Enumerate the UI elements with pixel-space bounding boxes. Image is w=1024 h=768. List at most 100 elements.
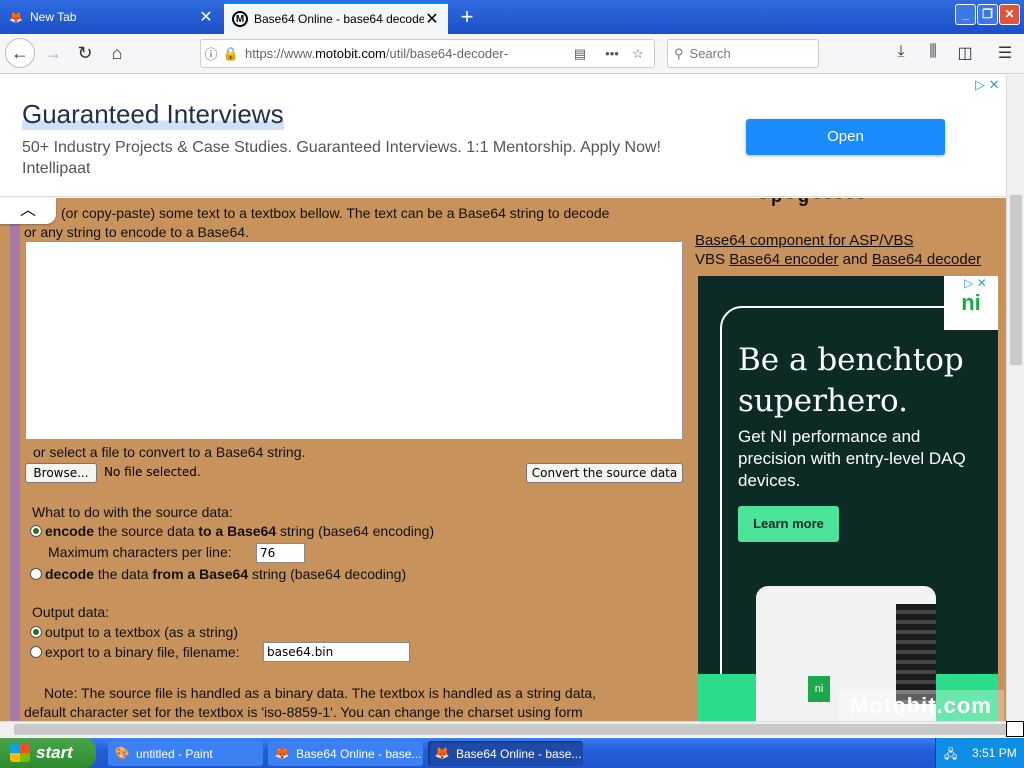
- ad-subtitle: 50+ Industry Projects & Case Studies. Gu…: [22, 137, 702, 179]
- horizontal-scrollbar[interactable]: [0, 721, 1008, 737]
- browse-button[interactable]: Browse...: [25, 463, 97, 483]
- tab-new-tab[interactable]: 🦊 New Tab ✕: [0, 2, 222, 32]
- decode-radio[interactable]: [30, 568, 42, 580]
- convert-button[interactable]: Convert the source data: [526, 463, 683, 483]
- taskbar-item-paint[interactable]: 🎨 untitled - Paint: [108, 741, 263, 766]
- scroll-thumb[interactable]: [1010, 195, 1022, 365]
- taskbar: start 🎨 untitled - Paint 🦊 Base64 Online -…: [0, 738, 1024, 768]
- tab-title: Base64 Online - base64 decode an: [254, 12, 424, 26]
- intro-lead: (or copy-paste) some text to a textbox b…: [61, 205, 610, 221]
- ad-open-button[interactable]: Open: [746, 119, 945, 155]
- menu-icon[interactable]: ☰: [994, 43, 1016, 65]
- max-chars-label: Maximum characters per line:: [48, 544, 232, 560]
- collapse-ad-button[interactable]: ︿: [0, 198, 56, 224]
- what-to-do-label: What to do with the source data:: [32, 504, 233, 520]
- ni-ad[interactable]: ni ▷ ✕ Be a benchtop superhero. Get NI p…: [698, 276, 998, 721]
- vertical-scrollbar[interactable]: [1006, 75, 1024, 721]
- max-chars-input[interactable]: 76: [256, 543, 305, 563]
- search-placeholder: Search: [689, 46, 731, 61]
- ni-ad-headline: Be a benchtop superhero.: [738, 340, 964, 422]
- file-status: No file selected.: [104, 465, 201, 479]
- output-textbox-label[interactable]: output to a textbox (as a string): [45, 624, 238, 640]
- browser-tab-bar: 🦊 New Tab ✕ M Base64 Online - base64 dec…: [0, 0, 1024, 34]
- browser-icon: 🦊: [274, 745, 290, 760]
- back-button[interactable]: ←: [5, 38, 35, 68]
- note-line-1: Note: The source file is handled as a bi…: [44, 685, 597, 701]
- device-logo: ni: [808, 676, 830, 702]
- reload-button[interactable]: ↻: [70, 38, 100, 68]
- downloads-icon[interactable]: ⤓: [890, 43, 912, 65]
- intro-text: (or copy-paste) some text to a textbox b…: [24, 204, 684, 242]
- vbs-prefix: VBS: [695, 251, 730, 268]
- bookmark-star-icon[interactable]: ☆: [628, 46, 648, 62]
- ad-advertiser: Intellipaat: [22, 160, 91, 177]
- search-input[interactable]: ⚲ Search: [667, 39, 819, 68]
- output-file-label[interactable]: export to a binary file, filename:: [45, 644, 240, 660]
- sidebar-icon[interactable]: ◫: [954, 43, 976, 65]
- task-label: Base64 Online - base...: [296, 746, 422, 761]
- forward-button[interactable]: →: [38, 38, 68, 68]
- source-textarea[interactable]: [25, 241, 683, 440]
- more-actions-icon[interactable]: •••: [602, 46, 622, 61]
- taskbar-item-browser-1[interactable]: 🦊 Base64 Online - base...: [268, 741, 423, 766]
- minimize-button[interactable]: _: [955, 4, 976, 25]
- page-content: ‑ p ‑ g ‑ ‑ ‑ ‑ ‑ (or copy-paste) some t…: [0, 198, 1006, 721]
- task-label: Base64 Online - base...: [456, 746, 582, 761]
- link-base64-component[interactable]: Base64 component for ASP/VBS: [695, 232, 913, 249]
- decode-label[interactable]: decode the data from a Base64 string (ba…: [45, 566, 406, 582]
- motobit-watermark: Motobit.com: [838, 690, 1004, 721]
- filename-input[interactable]: base64.bin: [263, 642, 410, 662]
- link-base64-decoder[interactable]: Base64 decoder: [872, 251, 981, 268]
- ad-headline[interactable]: Guaranteed Interviews: [22, 99, 284, 130]
- output-textbox-radio[interactable]: [30, 626, 42, 638]
- close-tab-icon[interactable]: ✕: [198, 7, 214, 27]
- close-tab-icon[interactable]: ✕: [424, 9, 440, 29]
- encode-radio[interactable]: [30, 525, 42, 537]
- network-icon[interactable]: 🖧: [944, 745, 960, 761]
- and-text: and: [838, 251, 872, 268]
- start-button[interactable]: start: [0, 738, 96, 768]
- output-data-label: Output data:: [32, 604, 110, 620]
- select-file-label: or select a file to convert to a Base64 …: [33, 444, 306, 460]
- ni-headline-2: superhero.: [738, 383, 908, 419]
- url-text: https://www.motobit.com/util/base64-deco…: [245, 46, 509, 61]
- learn-more-button[interactable]: Learn more: [738, 506, 839, 542]
- taskbar-item-browser-2[interactable]: 🦊 Base64 Online - base...: [428, 741, 583, 766]
- tab-base64[interactable]: M Base64 Online - base64 decode an ✕: [224, 2, 448, 34]
- top-ad-banner[interactable]: Guaranteed Interviews 50+ Industry Proje…: [0, 75, 1006, 197]
- motobit-icon: M: [232, 11, 248, 27]
- note-line-2: default character set for the textbox is…: [24, 704, 583, 720]
- info-icon[interactable]: ⓘ: [201, 44, 221, 63]
- right-heading-partial: ‑ p ‑ g ‑ ‑ ‑ ‑ ‑: [760, 198, 864, 207]
- output-file-radio[interactable]: [30, 646, 42, 658]
- encode-label[interactable]: encode the source data to a Base64 strin…: [45, 523, 434, 539]
- windows-flag-icon: [10, 744, 30, 762]
- paint-fox-icon: 🦊: [9, 11, 23, 24]
- maximize-button[interactable]: ❐: [977, 4, 998, 25]
- intro-rest: or any string to encode to a Base64.: [24, 224, 249, 240]
- close-window-button[interactable]: ✕: [999, 4, 1020, 25]
- left-border: [10, 198, 20, 721]
- search-icon: ⚲: [674, 45, 684, 61]
- start-label: start: [36, 743, 73, 762]
- tab-title: New Tab: [30, 10, 77, 24]
- scroll-thumb[interactable]: [14, 724, 1008, 735]
- browser-icon: 🦊: [434, 745, 450, 760]
- link-base64-encoder[interactable]: Base64 encoder: [729, 251, 838, 268]
- reader-view-icon[interactable]: ▤: [570, 46, 590, 62]
- library-icon[interactable]: ⫼: [922, 43, 944, 65]
- url-bar[interactable]: ⓘ 🔒 https://www.motobit.com/util/base64-…: [200, 39, 655, 68]
- new-tab-button[interactable]: +: [456, 4, 478, 30]
- navigation-bar: ← → ↻ ⌂ ⓘ 🔒 https://www.motobit.com/util…: [0, 34, 1024, 74]
- paint-icon: 🎨: [114, 745, 130, 760]
- home-button[interactable]: ⌂: [102, 38, 132, 68]
- ni-ad-body: Get NI performance and precision with en…: [738, 427, 966, 490]
- device-pins: [896, 604, 936, 704]
- clock[interactable]: 3:51 PM: [972, 746, 1017, 760]
- system-tray: 🖧 3:51 PM: [935, 738, 1024, 768]
- ad-choices-icon[interactable]: ▷ ✕: [975, 77, 1000, 93]
- ad-choices-icon[interactable]: ▷ ✕: [964, 276, 987, 290]
- task-label: untitled - Paint: [136, 746, 213, 761]
- ad-subtitle-text: 50+ Industry Projects & Case Studies. Gu…: [22, 139, 661, 156]
- ni-headline-1: Be a benchtop: [738, 342, 964, 378]
